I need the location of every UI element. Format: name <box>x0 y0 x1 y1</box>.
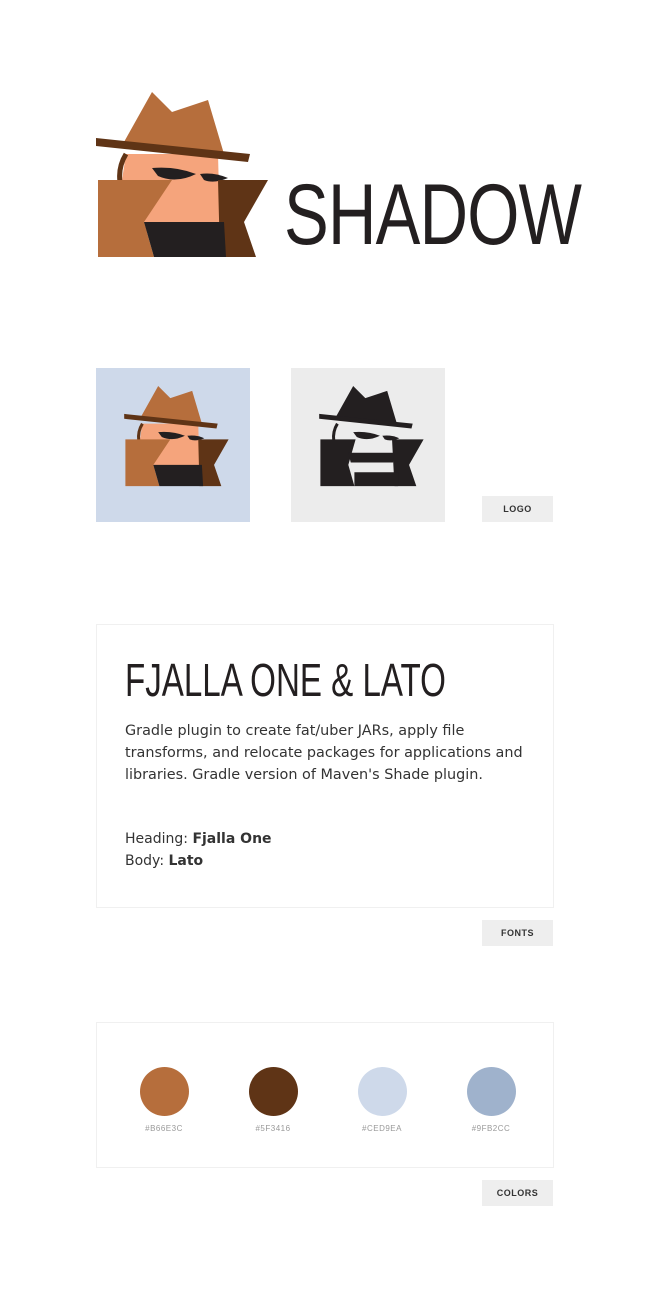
logo-section-tag: LOGO <box>482 496 553 522</box>
color-swatch-label: #9FB2CC <box>471 1124 511 1133</box>
fonts-card: FJALLA ONE & LATO Gradle plugin to creat… <box>96 624 554 908</box>
color-swatch <box>249 1067 298 1116</box>
color-swatch-label: #5F3416 <box>255 1124 291 1133</box>
shadow-logo-color-icon <box>124 386 229 487</box>
heading-font-line: Heading: Fjalla One <box>125 831 272 847</box>
color-swatch <box>467 1067 516 1116</box>
brand-wordmark: SHADOW <box>284 167 582 263</box>
fonts-body-text: Gradle plugin to create fat/uber JARs, a… <box>125 723 523 783</box>
fonts-section-tag: FONTS <box>482 920 553 946</box>
heading-font-label: Heading: <box>125 831 193 847</box>
colors-card: #B66E3C #5F3416 #CED9EA #9FB2CC <box>96 1022 554 1168</box>
color-swatch-label: #B66E3C <box>145 1124 183 1133</box>
color-swatch-label: #CED9EA <box>362 1124 402 1133</box>
body-font-name: Lato <box>168 853 204 869</box>
logo-tile-color <box>96 368 250 522</box>
shadow-logo-icon <box>96 92 270 260</box>
color-swatch <box>140 1067 189 1116</box>
body-font-label: Body: <box>125 853 169 869</box>
fonts-heading: FJALLA ONE & LATO <box>125 654 446 706</box>
logo-tile-mono <box>291 368 445 522</box>
color-swatch <box>358 1067 407 1116</box>
body-font-line: Body: Lato <box>125 853 203 869</box>
heading-font-name: Fjalla One <box>192 831 272 847</box>
colors-section-tag: COLORS <box>482 1180 553 1206</box>
shadow-logo-mono-icon <box>319 386 424 487</box>
